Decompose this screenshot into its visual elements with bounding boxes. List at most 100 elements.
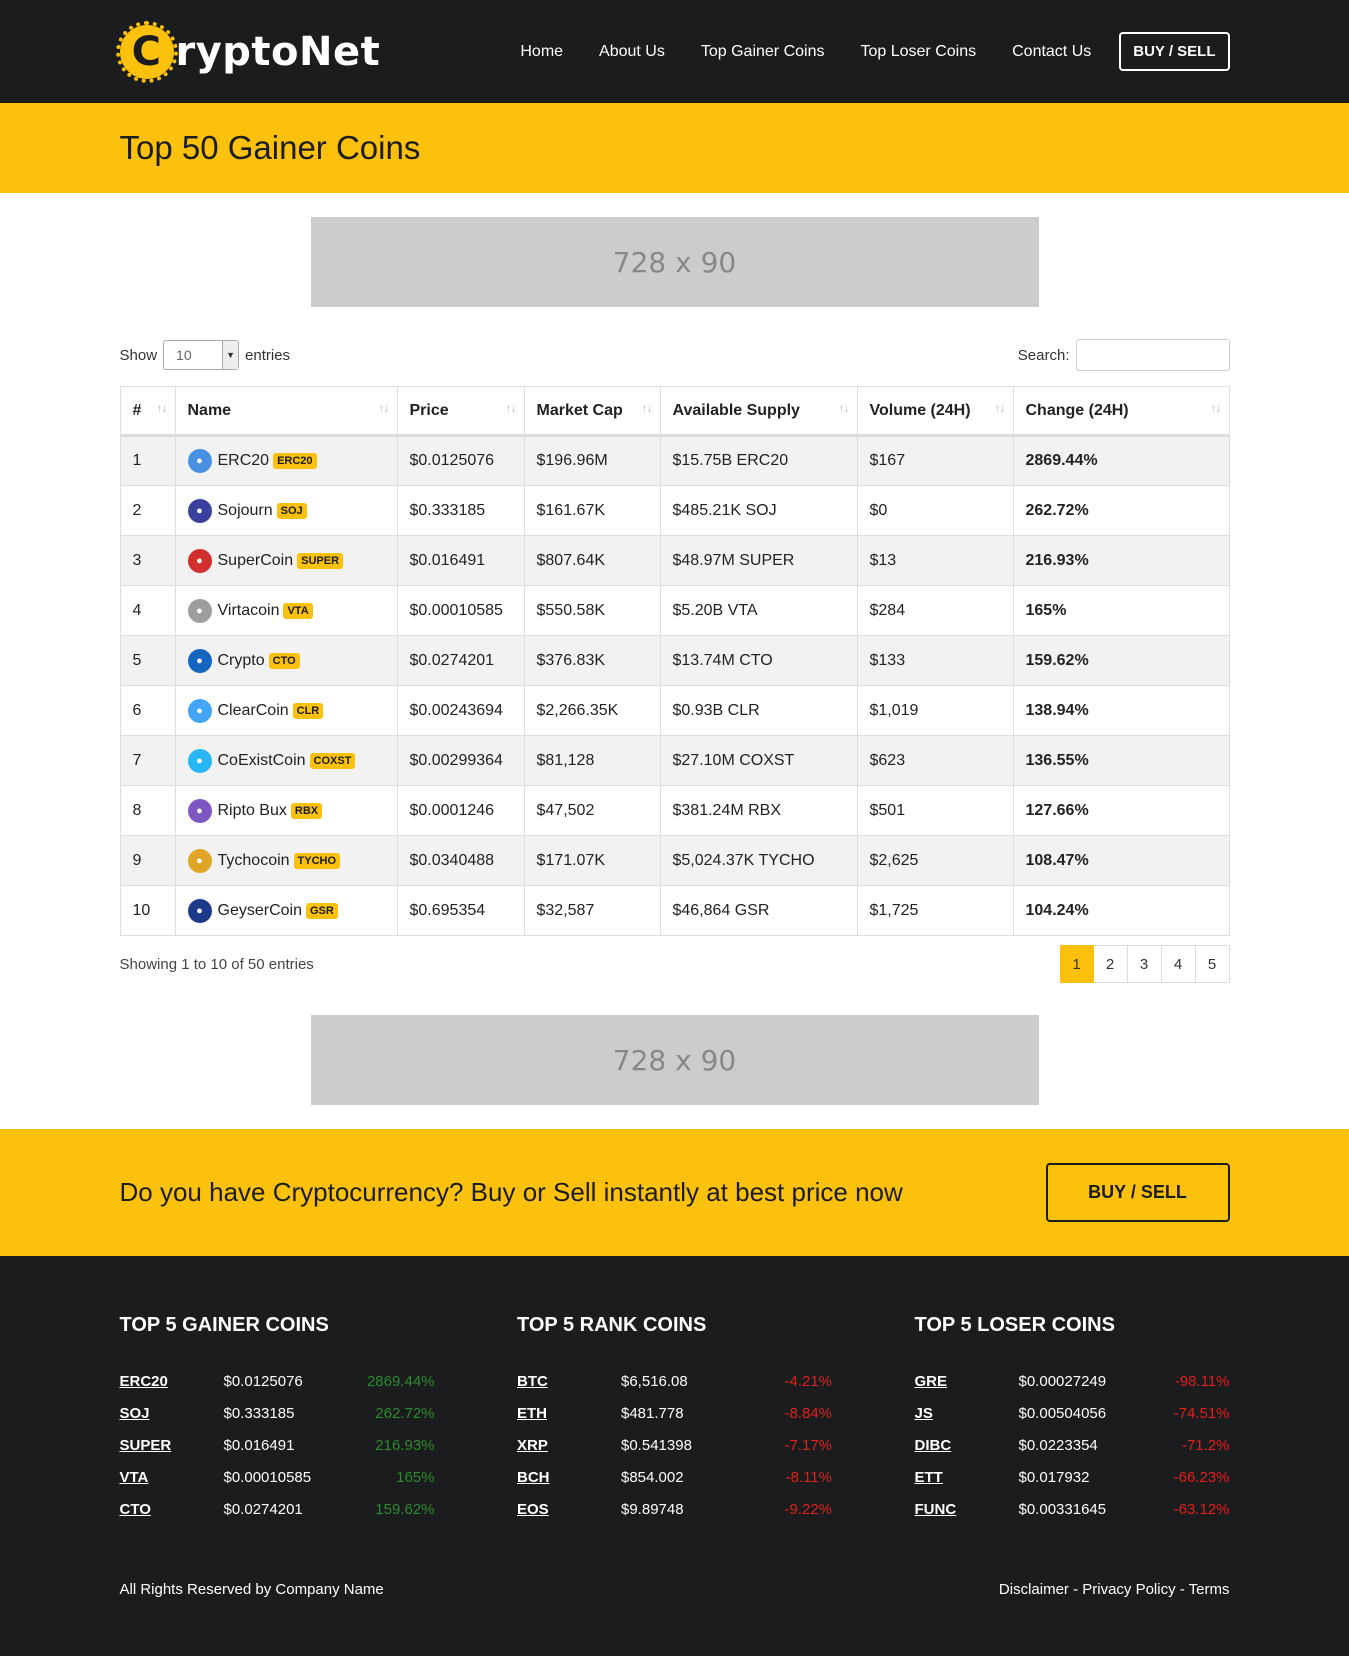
cell-name[interactable]: ● CoExistCoin COXST [174, 735, 398, 786]
coin-symbol-badge: VTA [283, 602, 313, 619]
column-header-volume[interactable]: Volume (24H) ↑↓ [856, 386, 1014, 437]
table-row[interactable]: 2 ● Sojourn SOJ $0.333185 $161.67K $485.21K SO… [119, 485, 1230, 536]
column-header-price[interactable]: Price ↑↓ [396, 386, 525, 437]
cta-buy-sell-button[interactable]: BUY / SELL [1045, 1163, 1230, 1222]
length-control: Show 10 ▼ entries [120, 340, 290, 370]
page-button-1[interactable]: 1 [1059, 945, 1094, 983]
footer-coin-symbol-link[interactable]: XRP [517, 1437, 621, 1454]
cell-volume: $501 [856, 785, 1014, 836]
footer-coin-symbol-link[interactable]: ETT [915, 1469, 1019, 1486]
table-body: 1 ● ERC20 ERC20 $0.0125076 $196.96M $15.75B ER… [119, 435, 1230, 936]
main-nav: Home About Us Top Gainer Coins Top Loser… [484, 32, 1230, 71]
column-header-change[interactable]: Change (24H) ↑↓ [1012, 386, 1230, 437]
footer-coin-symbol-link[interactable]: DIBC [915, 1437, 1019, 1454]
pagination: 1 2 3 4 5 [1059, 945, 1230, 983]
footer-links[interactable]: Disclaimer - Privacy Policy - Terms [999, 1581, 1230, 1598]
table-row[interactable]: 3 ● SuperCoin SUPER $0.016491 $807.64K $48.97M… [119, 535, 1230, 586]
footer-coin-symbol-link[interactable]: VTA [120, 1469, 224, 1486]
ad-banner-top[interactable]: 728 x 90 [310, 217, 1039, 307]
footer-column: TOP 5 RANK COINS BTC $6,516.08 -4.21% ETH $48… [517, 1314, 832, 1525]
footer-coin-price: $9.89748 [621, 1500, 684, 1518]
entries-length-select[interactable]: 10 ▼ [163, 340, 240, 370]
cell-market-cap: $32,587 [523, 885, 661, 936]
footer-coin-symbol-link[interactable]: ERC20 [120, 1373, 224, 1390]
page-button-3[interactable]: 3 [1127, 945, 1162, 983]
footer-coin-row: GRE $0.00027249 -98.11% [915, 1365, 1230, 1397]
coin-symbol-badge: CLR [292, 702, 324, 719]
cell-supply: $13.74M CTO [659, 635, 858, 686]
nav-top-gainer-coins[interactable]: Top Gainer Coins [701, 43, 825, 61]
page-button-5[interactable]: 5 [1195, 945, 1230, 983]
table-row[interactable]: 6 ● ClearCoin CLR $0.00243694 $2,266.35K $0.93… [119, 685, 1230, 736]
cell-supply: $0.93B CLR [659, 685, 858, 736]
cell-name[interactable]: ● SuperCoin SUPER [174, 535, 398, 586]
search-input[interactable] [1075, 339, 1230, 371]
cell-name[interactable]: ● Tychocoin TYCHO [174, 835, 398, 886]
cell-market-cap: $196.96M [523, 435, 661, 486]
column-header-rank[interactable]: # ↑↓ [119, 386, 176, 437]
nav-contact-us[interactable]: Contact Us [1012, 43, 1091, 61]
table-row[interactable]: 7 ● CoExistCoin COXST $0.00299364 $81,128 $27.… [119, 735, 1230, 786]
entries-length-value: 10 [176, 347, 192, 363]
nav-top-loser-coins[interactable]: Top Loser Coins [860, 43, 976, 61]
footer-coin-change: -98.11% [1174, 1372, 1230, 1390]
table-row[interactable]: 10 ● GeyserCoin GSR $0.695354 $32,587 $46,864 … [119, 885, 1230, 936]
column-header-available-supply[interactable]: Available Supply ↑↓ [659, 386, 858, 437]
brand-logo[interactable]: C ryptoNet [115, 20, 381, 83]
footer-coin-change: -8.11% [785, 1468, 832, 1486]
nav-about-us[interactable]: About Us [599, 43, 665, 61]
header-buy-sell-button[interactable]: BUY / SELL [1119, 32, 1230, 71]
footer-coin-price: $0.00027249 [1018, 1372, 1107, 1390]
cell-name[interactable]: ● Virtacoin VTA [174, 585, 398, 636]
table-row[interactable]: 8 ● Ripto Bux RBX $0.0001246 $47,502 $381.24M … [119, 785, 1230, 836]
logo-text: ryptoNet [175, 28, 381, 75]
ad-banner-bottom[interactable]: 728 x 90 [310, 1015, 1039, 1105]
footer-coin-symbol-link[interactable]: GRE [915, 1373, 1019, 1390]
table-row[interactable]: 9 ● Tychocoin TYCHO $0.0340488 $171.07K $5,024… [119, 835, 1230, 886]
table-row[interactable]: 5 ● Crypto CTO $0.0274201 $376.83K $13.74M CTO… [119, 635, 1230, 686]
page-button-4[interactable]: 4 [1161, 945, 1196, 983]
table-footer: Showing 1 to 10 of 50 entries 1 2 3 4 5 [120, 945, 1230, 983]
cell-name[interactable]: ● Ripto Bux RBX [174, 785, 398, 836]
table-controls: Show 10 ▼ entries Search: [120, 339, 1230, 371]
footer-coin-symbol-link[interactable]: SOJ [120, 1405, 224, 1422]
footer-coin-change: 262.72% [375, 1404, 435, 1422]
table-row[interactable]: 1 ● ERC20 ERC20 $0.0125076 $196.96M $15.75B ER… [119, 435, 1230, 486]
cell-market-cap: $550.58K [523, 585, 661, 636]
column-header-name[interactable]: Name ↑↓ [174, 386, 398, 437]
cell-rank: 7 [119, 735, 176, 786]
coin-logo-icon: ● [187, 449, 212, 473]
coin-logo-icon: ● [187, 698, 212, 723]
table-row[interactable]: 4 ● Virtacoin VTA $0.00010585 $550.58K $5.20B … [119, 585, 1230, 636]
footer-coin-symbol-link[interactable]: SUPER [120, 1437, 224, 1454]
footer-coin-symbol-link[interactable]: BCH [517, 1469, 621, 1486]
footer-coin-change: -9.22% [784, 1500, 832, 1518]
cell-name[interactable]: ● ClearCoin CLR [174, 685, 398, 736]
footer-coin-symbol-link[interactable]: JS [915, 1405, 1019, 1422]
coin-name: ClearCoin [217, 701, 289, 719]
footer-coin-price: $481.778 [621, 1404, 684, 1422]
cell-name[interactable]: ● Crypto CTO [174, 635, 398, 686]
coin-name: Tychocoin [217, 851, 290, 869]
coin-name: CoExistCoin [217, 751, 306, 769]
coin-logo-icon: ● [187, 748, 212, 773]
footer-coin-symbol-link[interactable]: FUNC [915, 1501, 1019, 1518]
footer-coin-symbol-link[interactable]: BTC [517, 1373, 621, 1390]
nav-home[interactable]: Home [520, 43, 563, 61]
footer-coin-change: -71.2% [1181, 1436, 1230, 1454]
footer-coin-row: SUPER $0.016491 216.93% [120, 1429, 435, 1461]
cell-change: 108.47% [1012, 835, 1230, 886]
column-header-market-cap[interactable]: Market Cap ↑↓ [523, 386, 661, 437]
cell-name[interactable]: ● ERC20 ERC20 [174, 435, 398, 486]
sort-icon: ↑↓ [838, 401, 850, 415]
footer-coin-symbol-link[interactable]: EOS [517, 1501, 621, 1518]
cell-name[interactable]: ● Sojourn SOJ [174, 485, 398, 536]
cell-market-cap: $47,502 [523, 785, 661, 836]
footer-coin-symbol-link[interactable]: CTO [120, 1501, 224, 1518]
footer-coin-symbol-link[interactable]: ETH [517, 1405, 621, 1422]
footer-coin-row: XRP $0.541398 -7.17% [517, 1429, 832, 1461]
cell-name[interactable]: ● GeyserCoin GSR [174, 885, 398, 936]
coin-logo-icon: ● [187, 598, 212, 623]
page-button-2[interactable]: 2 [1093, 945, 1128, 983]
cell-change: 262.72% [1012, 485, 1230, 536]
